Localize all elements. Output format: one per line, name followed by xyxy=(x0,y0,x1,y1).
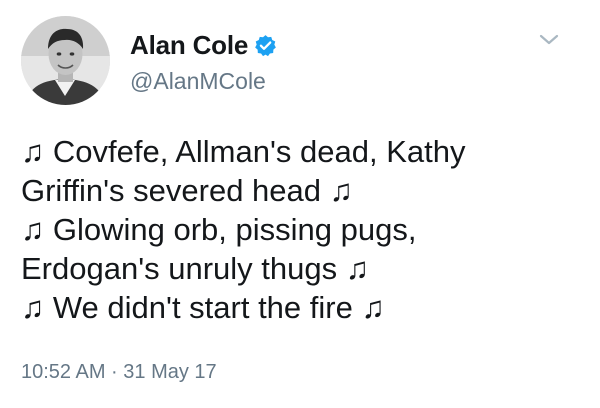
tweet-text: ♫ Covfefe, Allman's dead, Kathy Griffin'… xyxy=(21,132,591,327)
tweet-text-line: ♫ Covfefe, Allman's dead, Kathy xyxy=(21,134,466,169)
author-handle[interactable]: @AlanMCole xyxy=(130,68,266,95)
tweet-timestamp[interactable]: 10:52 AM · 31 May 17 xyxy=(21,361,217,384)
author-display-name[interactable]: Alan Cole xyxy=(130,30,248,61)
profile-photo xyxy=(21,16,110,105)
tweet-text-line: ♫ We didn't start the fire ♫ xyxy=(21,290,385,325)
verified-badge-icon xyxy=(254,34,277,57)
tweet-text-line: ♫ Glowing orb, pissing pugs, xyxy=(21,212,417,247)
tweet-text-line: Erdogan's unruly thugs ♫ xyxy=(21,251,369,286)
tweet-card: Alan Cole @AlanMCole ♫ Covfefe, Allman's… xyxy=(0,0,600,408)
chevron-down-icon[interactable] xyxy=(536,30,562,50)
tweet-text-line: Griffin's severed head ♫ xyxy=(21,173,353,208)
avatar[interactable] xyxy=(21,16,110,105)
author-name-row: Alan Cole xyxy=(130,28,277,62)
